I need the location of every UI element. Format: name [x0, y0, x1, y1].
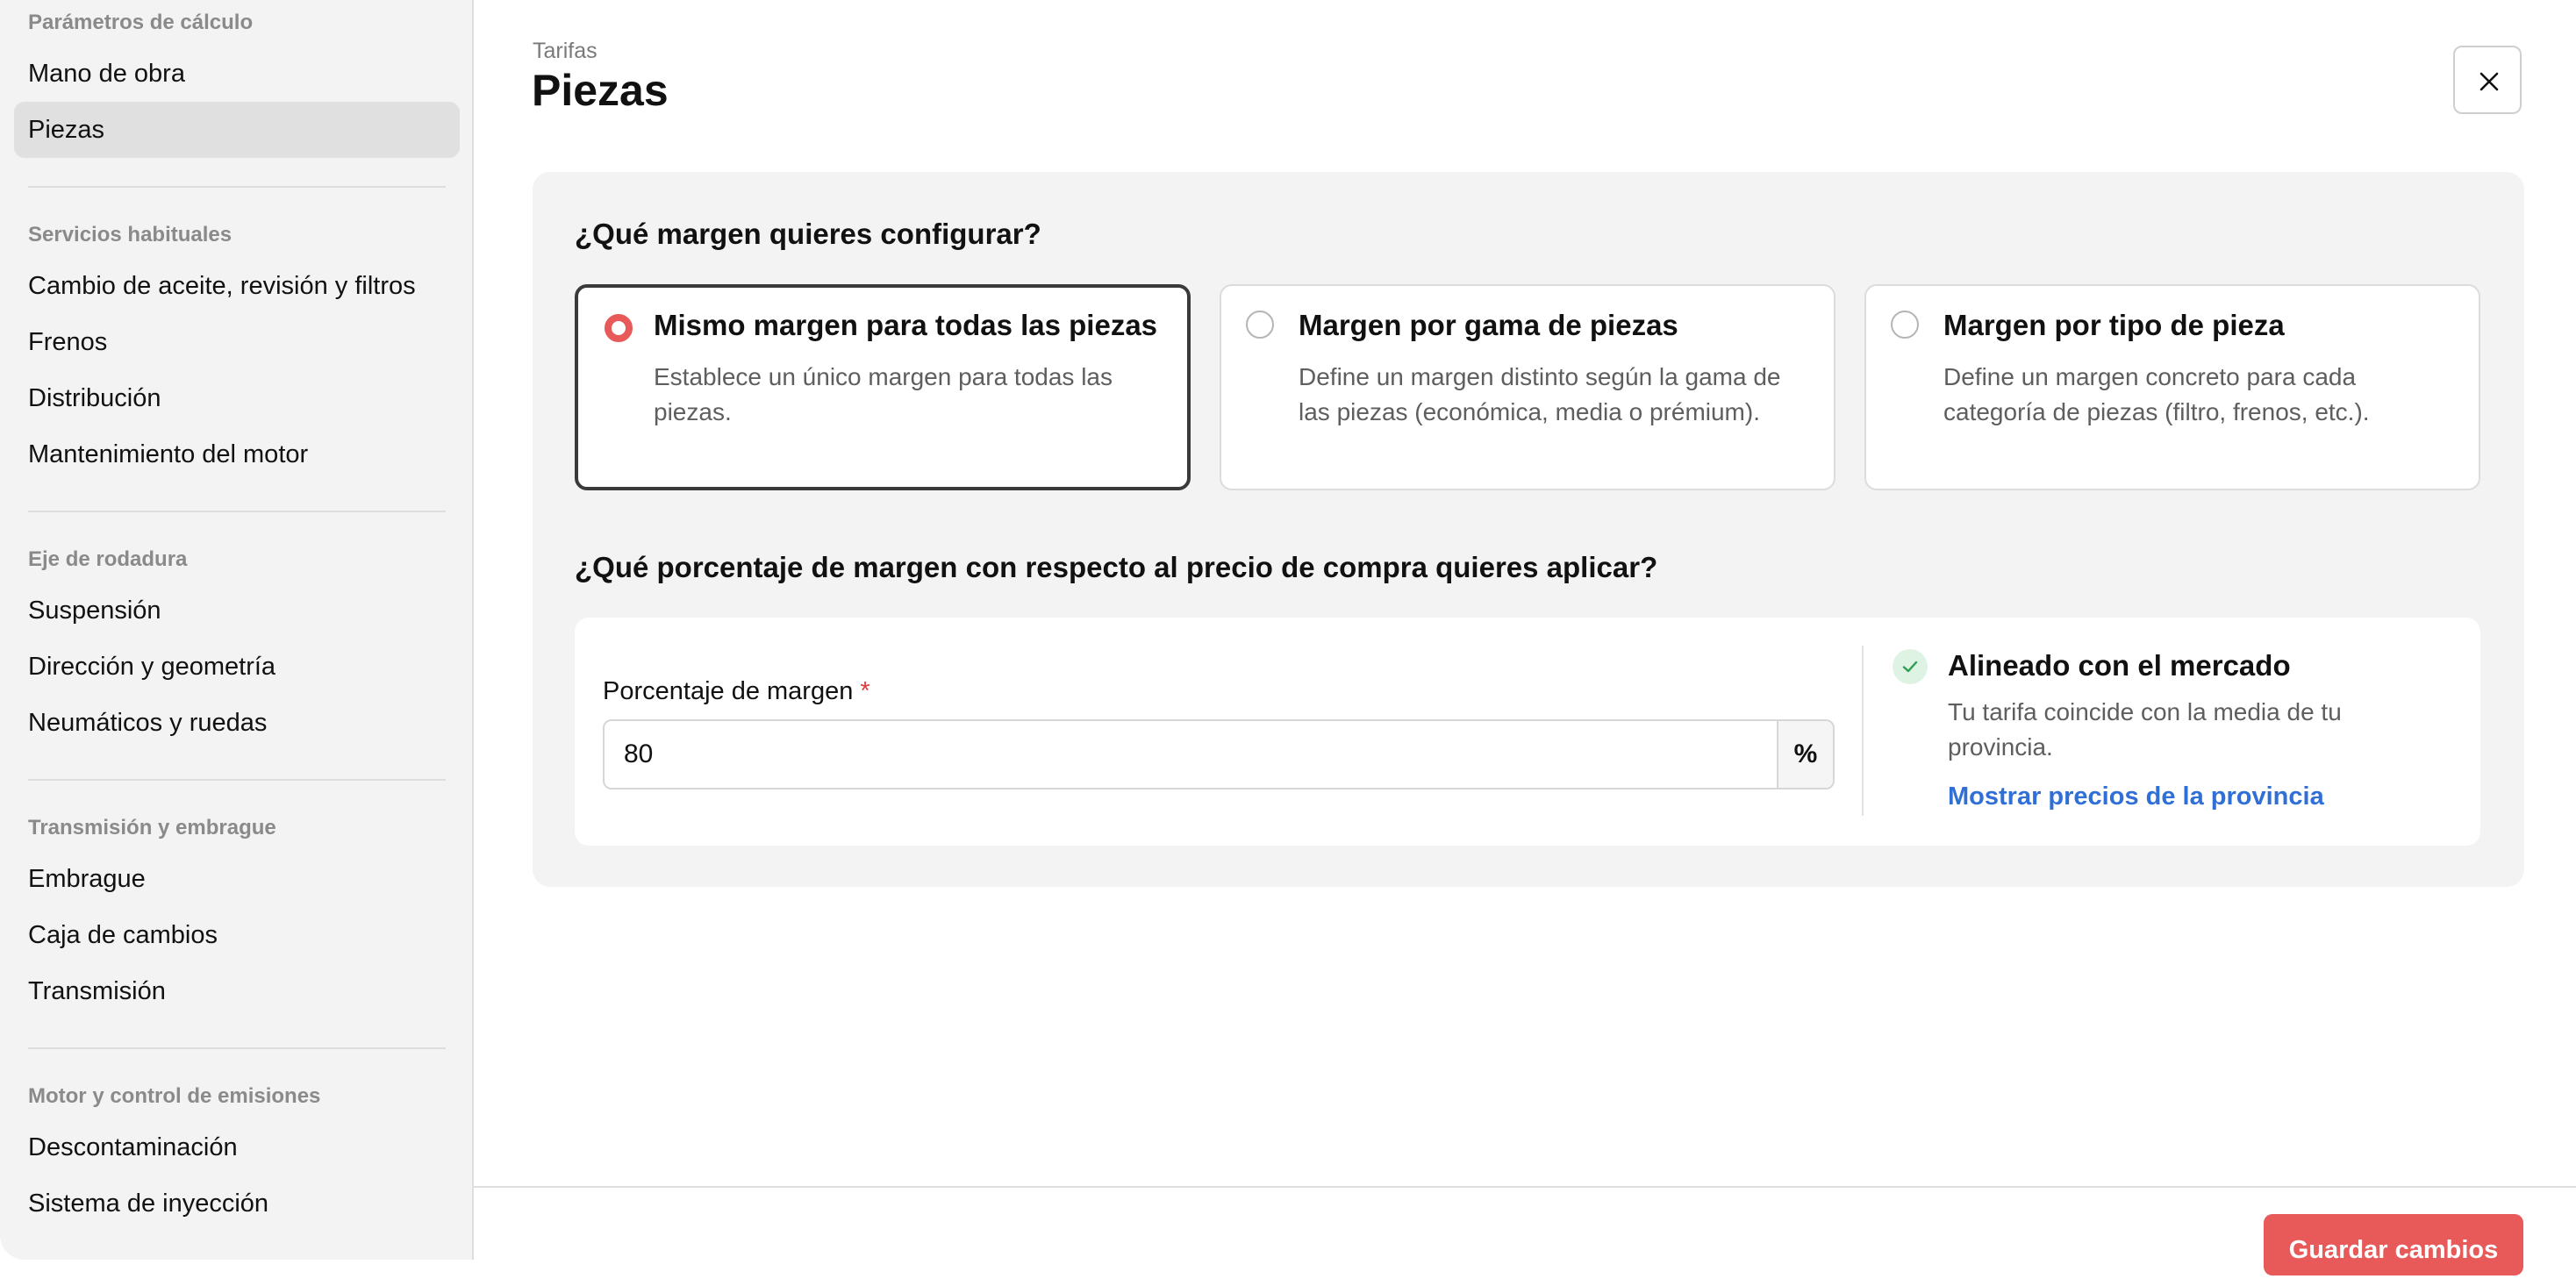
page-title: Piezas	[532, 66, 669, 115]
radio-unselected[interactable]	[1246, 311, 1274, 339]
margin-percentage-field: %	[603, 719, 1835, 789]
sidebar-section-title: Motor y control de emisiones	[28, 1084, 321, 1108]
sidebar-item-piezas[interactable]: Piezas	[14, 102, 460, 158]
option-same-margin[interactable]: Mismo margen para todas las piezas Estab…	[575, 284, 1191, 490]
option-title: Margen por tipo de pieza	[1943, 309, 2285, 341]
margin-percentage-question: ¿Qué porcentaje de margen con respecto a…	[575, 551, 1658, 583]
save-changes-button[interactable]: Guardar cambios	[2264, 1214, 2523, 1275]
sidebar-item-transmision[interactable]: Transmisión	[14, 963, 460, 1019]
option-margin-by-type[interactable]: Margen por tipo de pieza Define un marge…	[1864, 284, 2480, 490]
sidebar-section-title: Eje de rodadura	[28, 547, 188, 571]
sidebar-item-frenos[interactable]: Frenos	[14, 314, 460, 370]
option-description: Define un margen concreto para cada cate…	[1943, 363, 2370, 425]
status-check-badge	[1893, 649, 1928, 684]
sidebar-item-neumaticos-ruedas[interactable]: Neumáticos y ruedas	[14, 695, 460, 751]
sidebar-item-mantenimiento-motor[interactable]: Mantenimiento del motor	[14, 426, 460, 482]
sidebar-divider	[28, 1047, 446, 1049]
option-description: Define un margen distinto según la gama …	[1299, 363, 1781, 425]
market-status-title: Alineado con el mercado	[1948, 649, 2291, 682]
check-icon	[1902, 661, 1918, 673]
sidebar-divider	[28, 186, 446, 188]
vertical-divider	[1862, 646, 1864, 816]
sidebar: Parámetros de cálculo Mano de obra Pieza…	[0, 0, 474, 1260]
sidebar-item-direccion-geometria[interactable]: Dirección y geometría	[14, 639, 460, 695]
sidebar-item-cambio-de-aceite[interactable]: Cambio de aceite, revisión y filtros	[14, 258, 460, 314]
radio-unselected[interactable]	[1891, 311, 1919, 339]
show-province-prices-link[interactable]: Mostrar precios de la provincia	[1948, 782, 2324, 811]
sidebar-section-title: Transmisión y embrague	[28, 816, 276, 839]
percent-suffix: %	[1777, 721, 1833, 788]
margin-type-question: ¿Qué margen quieres configurar?	[575, 218, 1041, 250]
option-description: Establece un único margen para todas las…	[654, 363, 1113, 425]
label-text: Porcentaje de margen	[603, 677, 854, 705]
sidebar-item-descontaminacion[interactable]: Descontaminación	[14, 1119, 460, 1175]
margin-percentage-input[interactable]	[605, 721, 1778, 788]
sidebar-item-sistema-inyeccion[interactable]: Sistema de inyección	[14, 1175, 460, 1232]
margin-percentage-label: Porcentaje de margen *	[603, 677, 870, 706]
close-button[interactable]	[2453, 46, 2522, 114]
radio-selected[interactable]	[605, 314, 633, 342]
sidebar-section-title: Parámetros de cálculo	[28, 11, 254, 34]
market-status-description: Tu tarifa coincide con la media de tu pr…	[1948, 698, 2342, 761]
close-icon	[2479, 72, 2499, 91]
option-margin-by-range[interactable]: Margen por gama de piezas Define un marg…	[1220, 284, 1835, 490]
option-title: Margen por gama de piezas	[1299, 309, 1678, 341]
sidebar-item-suspension[interactable]: Suspensión	[14, 582, 460, 639]
footer-divider	[474, 1186, 2576, 1188]
sidebar-item-caja-de-cambios[interactable]: Caja de cambios	[14, 907, 460, 963]
sidebar-item-embrague[interactable]: Embrague	[14, 851, 460, 907]
required-mark: *	[860, 677, 870, 705]
breadcrumb: Tarifas	[533, 39, 597, 63]
option-title: Mismo margen para todas las piezas	[654, 309, 1158, 341]
sidebar-item-distribucion[interactable]: Distribución	[14, 370, 460, 426]
sidebar-divider	[28, 511, 446, 512]
sidebar-item-mano-de-obra[interactable]: Mano de obra	[14, 46, 460, 102]
sidebar-divider	[28, 779, 446, 781]
sidebar-section-title: Servicios habituales	[28, 223, 233, 246]
